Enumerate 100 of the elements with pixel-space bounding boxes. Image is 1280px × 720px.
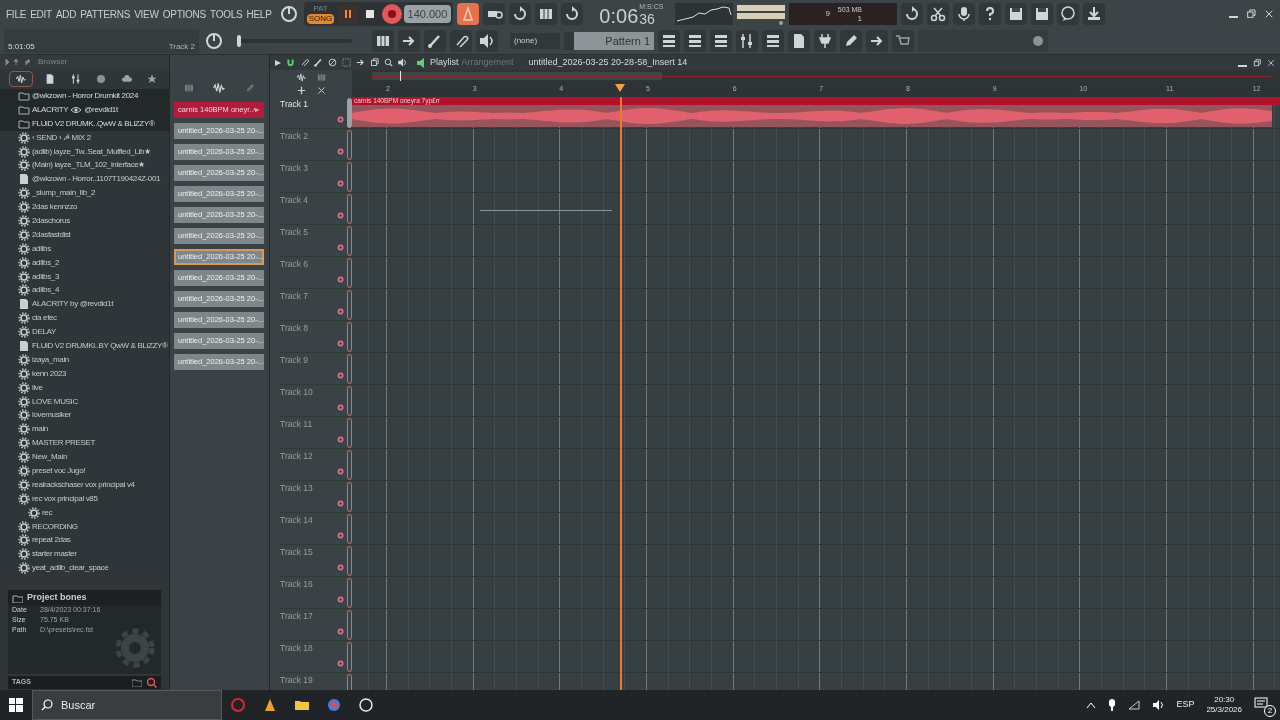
track-header[interactable]: Track 15 bbox=[278, 545, 352, 577]
pattern-mode-button[interactable]: PAT bbox=[311, 4, 330, 14]
track-header[interactable]: Track 18 bbox=[278, 641, 352, 673]
track-name: Track 13 bbox=[279, 482, 313, 495]
browser-item[interactable]: adlibs_2 bbox=[0, 255, 169, 270]
track-header[interactable]: Track 10 bbox=[278, 385, 352, 417]
track-name: Track 14 bbox=[279, 514, 313, 527]
clock-date: 25/3/2026 bbox=[1206, 705, 1242, 715]
language-indicator[interactable]: ESP bbox=[1176, 698, 1195, 712]
song-mode-button[interactable]: SONG bbox=[306, 14, 335, 24]
track-name: Track 11 bbox=[279, 418, 313, 431]
menu-item[interactable]: HELP bbox=[244, 6, 274, 22]
menu-item[interactable]: ADD bbox=[53, 6, 79, 22]
browser-item[interactable]: ‹ SEND › ☭ MIX 2 bbox=[0, 130, 169, 145]
track-header[interactable]: Track 16 bbox=[278, 577, 352, 609]
browser-item[interactable]: preset voc Jugo! bbox=[0, 464, 169, 478]
track-name: Track 15 bbox=[279, 546, 313, 559]
track-header[interactable]: Track 5 bbox=[278, 225, 352, 257]
voice-count: 9 bbox=[825, 8, 830, 20]
browser-item[interactable]: ALACRITY by @revdid1t bbox=[0, 297, 169, 312]
track-header[interactable]: Track 19 bbox=[278, 673, 352, 690]
playlist-subtitle: Arrangement bbox=[461, 55, 514, 69]
menu-item[interactable]: TOOLS bbox=[207, 6, 245, 22]
browser-item[interactable]: rec vox principal v85 bbox=[0, 491, 169, 506]
hint-target: Track 2 bbox=[168, 41, 195, 53]
polyphony-count: 1 bbox=[857, 13, 862, 24]
track-header[interactable]: Track 12 bbox=[278, 449, 352, 481]
browser-item[interactable]: FLUiD V2 DRUMKi..BY QwW & BLiZZY® bbox=[0, 339, 169, 353]
browser-item[interactable]: main bbox=[0, 422, 169, 437]
browser-item[interactable]: repeat 2das bbox=[0, 533, 169, 548]
track-header[interactable]: Track 17 bbox=[278, 609, 352, 641]
track-name: Track 6 bbox=[279, 258, 309, 271]
browser-item[interactable]: yeat_adlib_clear_space bbox=[0, 561, 169, 576]
browser-item[interactable]: adlibs_3 bbox=[0, 269, 169, 284]
track-name: Track 18 bbox=[279, 642, 313, 655]
info-title: Project bones bbox=[27, 590, 87, 604]
arrangement-name: untitled_2026-03-25 20-28-58_Insert 14 bbox=[528, 55, 688, 69]
track-name: Track 17 bbox=[279, 610, 313, 623]
time-display: 0:06 bbox=[599, 5, 639, 27]
browser-item[interactable]: (Main) iayze_TLM_102_interface★ bbox=[0, 158, 169, 173]
browser-item[interactable]: 2das kennzzo bbox=[0, 200, 169, 214]
track-name: Track 10 bbox=[279, 386, 313, 399]
track-header[interactable]: Track 8 bbox=[278, 321, 352, 353]
track-header[interactable]: Track 14 bbox=[278, 513, 352, 545]
browser-title: Browser bbox=[38, 56, 68, 68]
track-header[interactable]: Track 7 bbox=[278, 289, 352, 321]
track-name: Track 7 bbox=[279, 290, 309, 303]
browser-item[interactable]: _slump_main_lib_2 bbox=[0, 186, 169, 201]
browser-item[interactable]: DELAY bbox=[0, 325, 169, 340]
track-header[interactable]: Track 13 bbox=[278, 481, 352, 513]
track-name: Track 5 bbox=[279, 226, 309, 239]
track-name: Track 12 bbox=[279, 450, 313, 463]
menu-item[interactable]: VIEW bbox=[132, 6, 161, 22]
track-name: Track 19 bbox=[279, 674, 313, 687]
browser-item[interactable]: live bbox=[0, 380, 169, 395]
playlist-title: Playlist bbox=[430, 55, 459, 69]
browser-item[interactable]: adlibs_4 bbox=[0, 283, 169, 298]
menu-item[interactable]: OPTIONS bbox=[160, 6, 208, 22]
browser-item[interactable]: MASTER PRESET bbox=[0, 436, 169, 451]
browser-item[interactable]: New_Main bbox=[0, 450, 169, 465]
menu-item[interactable]: EDIT bbox=[28, 6, 54, 22]
menu-item[interactable]: FILE bbox=[4, 6, 29, 22]
browser-item[interactable]: cla efec bbox=[0, 311, 169, 326]
track-header[interactable]: Track 4 bbox=[278, 193, 352, 225]
menu-item[interactable]: PATTERNS bbox=[78, 6, 133, 22]
track-name: Track 3 bbox=[279, 162, 309, 175]
browser-item[interactable]: kenn 2023 bbox=[0, 366, 169, 381]
browser-item[interactable]: starter master bbox=[0, 547, 169, 562]
track-header[interactable]: Track 3 bbox=[278, 161, 352, 193]
position-readout: 5:01:05 bbox=[8, 41, 35, 53]
browser-item[interactable]: lovemusiker bbox=[0, 408, 169, 423]
browser-item[interactable]: adlibs bbox=[0, 241, 169, 256]
clock-time: 20:30 bbox=[1214, 695, 1235, 705]
tempo-display[interactable]: 140.000 bbox=[403, 5, 452, 23]
track-header[interactable]: Track 9 bbox=[278, 353, 352, 385]
track-name: Track 1 bbox=[279, 98, 309, 111]
browser-item[interactable]: RECORDING bbox=[0, 519, 169, 534]
track-name: Track 4 bbox=[279, 194, 309, 207]
browser-item[interactable]: (adlib) iayze_Tw..Seat_Muffled_Lib★ bbox=[0, 144, 169, 159]
track-name: Track 9 bbox=[279, 354, 309, 367]
pattern-selector[interactable]: Pattern 1 bbox=[574, 32, 654, 50]
browser-item[interactable]: LOVE MUSIC bbox=[0, 394, 169, 409]
notification-count: 2 bbox=[1264, 705, 1276, 717]
preset-dropdown[interactable]: (none) bbox=[510, 33, 560, 49]
track-header[interactable]: Track 2 bbox=[278, 129, 352, 161]
track-header[interactable]: Track 1 bbox=[278, 97, 352, 129]
browser-item[interactable]: 2dasfastdist bbox=[0, 227, 169, 242]
track-name: Track 16 bbox=[279, 578, 313, 591]
track-name: Track 2 bbox=[279, 130, 309, 143]
time-centiseconds: 36 bbox=[639, 11, 655, 27]
browser-item[interactable]: @wkzown - Horror..1107T190424Z-001 bbox=[0, 172, 169, 187]
browser-item[interactable]: @wkzown - Horror Drumkit 2024 bbox=[0, 89, 169, 103]
browser-item[interactable]: rec bbox=[0, 505, 169, 520]
track-name: Track 8 bbox=[279, 322, 309, 335]
browser-item[interactable]: realrackschaser vox principal v4 bbox=[0, 477, 169, 492]
search-field[interactable]: Buscar bbox=[32, 690, 222, 720]
browser-item[interactable]: izaya_main bbox=[0, 352, 169, 367]
track-header[interactable]: Track 6 bbox=[278, 257, 352, 289]
track-header[interactable]: Track 11 bbox=[278, 417, 352, 449]
browser-item[interactable]: 2daschorus bbox=[0, 214, 169, 228]
